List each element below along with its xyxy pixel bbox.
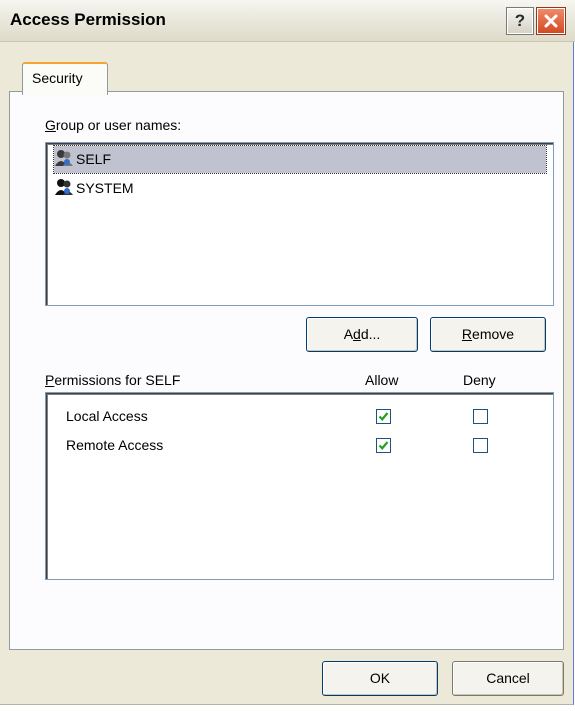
group-label: Group or user names: xyxy=(45,117,181,133)
ok-button[interactable]: OK xyxy=(322,661,438,696)
allow-checkbox[interactable] xyxy=(376,409,391,424)
add-label-start: A xyxy=(343,326,354,342)
close-button[interactable] xyxy=(537,8,565,34)
tab-label: Security xyxy=(32,70,83,86)
title-bar[interactable]: Access Permission ? xyxy=(0,0,575,42)
allow-header: Allow xyxy=(365,372,399,388)
permission-name: Remote Access xyxy=(66,437,164,453)
permissions-label: Permissions for SELF xyxy=(45,372,180,388)
cancel-button[interactable]: Cancel xyxy=(452,661,564,696)
user-name: SYSTEM xyxy=(76,180,134,196)
group-label-hotkey: G xyxy=(45,117,56,133)
close-icon xyxy=(544,14,558,28)
permissions-label-hotkey: P xyxy=(45,372,55,388)
user-group-icon xyxy=(54,148,74,171)
user-list[interactable]: SELF SYSTEM xyxy=(45,142,554,306)
window-title: Access Permission xyxy=(10,10,166,29)
remove-label-rest: emove xyxy=(472,326,515,342)
permissions-label-rest: ermissions for SELF xyxy=(54,372,181,388)
group-label-rest: roup or user names: xyxy=(55,117,182,133)
help-button[interactable]: ? xyxy=(507,8,533,34)
checkmark-icon xyxy=(378,412,389,421)
tab-security[interactable]: Security xyxy=(22,62,108,95)
permission-name: Local Access xyxy=(66,408,148,424)
deny-checkbox[interactable] xyxy=(473,438,488,453)
help-icon: ? xyxy=(514,11,526,30)
add-label-hotkey: d xyxy=(353,326,361,342)
permissions-list: Local Access Remote Access xyxy=(45,392,554,580)
deny-header: Deny xyxy=(463,372,496,388)
add-button[interactable]: Add... xyxy=(306,317,418,352)
allow-checkbox[interactable] xyxy=(376,438,391,453)
user-group-icon xyxy=(54,177,74,200)
list-item[interactable]: SYSTEM xyxy=(54,175,546,202)
deny-checkbox[interactable] xyxy=(473,409,488,424)
add-label-end: d... xyxy=(360,326,381,342)
list-item[interactable]: SELF xyxy=(53,145,547,174)
dialog-window: Access Permission ? Security Group or us… xyxy=(0,0,575,705)
checkmark-icon xyxy=(378,441,389,450)
remove-button[interactable]: Remove xyxy=(430,317,546,352)
remove-label-hotkey: R xyxy=(461,326,473,342)
user-name: SELF xyxy=(76,151,112,167)
